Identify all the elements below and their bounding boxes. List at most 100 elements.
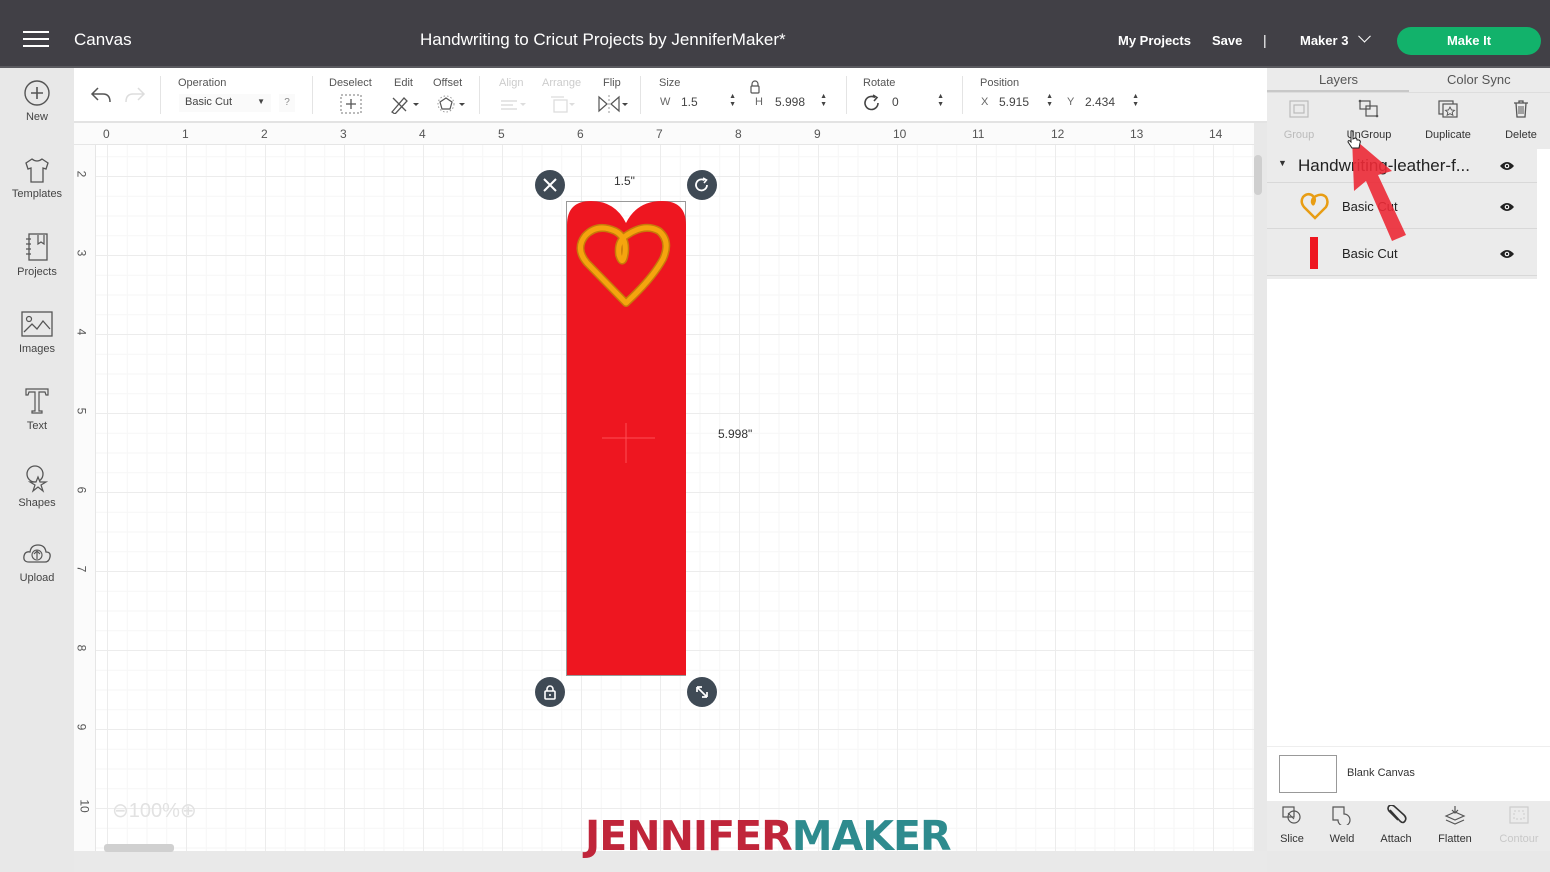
operation-help-button[interactable]: ? — [279, 94, 295, 112]
arrange-label: Arrange — [542, 77, 582, 89]
visibility-eye-icon[interactable] — [1499, 201, 1515, 213]
delete-handle[interactable] — [535, 170, 565, 200]
edit-icon[interactable] — [390, 94, 420, 114]
undo-icon[interactable] — [90, 86, 112, 104]
ruler-tick-label: 10 — [893, 127, 907, 141]
toolbar-divider — [160, 76, 161, 114]
sidebar-label: Shapes — [18, 497, 56, 509]
ruler-tick-label: 11 — [972, 127, 985, 141]
attach-button[interactable]: Attach — [1368, 804, 1424, 845]
stepper-icon[interactable]: ▲ ▼ — [729, 93, 736, 109]
tab-color-sync[interactable]: Color Sync — [1447, 72, 1511, 87]
watermark-part1: JENNIFER — [585, 812, 793, 860]
plus-circle-icon — [24, 80, 50, 106]
sidebar-item-new[interactable]: New — [0, 79, 74, 123]
ruler-tick-label: 3 — [340, 127, 347, 141]
save-link[interactable]: Save — [1212, 33, 1242, 48]
align-icon — [501, 100, 526, 110]
machine-selector[interactable]: Maker 3 — [1300, 29, 1372, 48]
y-position-input[interactable]: 2.434 ▲ ▼ — [1085, 93, 1139, 113]
delete-button[interactable]: Delete — [1491, 99, 1550, 141]
sidebar-item-projects[interactable]: Projects — [0, 232, 74, 278]
x-value: 5.915 — [999, 95, 1030, 109]
panel-footer — [1267, 851, 1550, 872]
flip-icon[interactable] — [597, 94, 629, 114]
zoom-in-icon[interactable]: ⊕ — [180, 800, 197, 822]
position-label: Position — [980, 77, 1020, 89]
zoom-out-icon[interactable]: ⊖ — [112, 800, 129, 822]
document-title[interactable]: Handwriting to Cricut Projects by Jennif… — [420, 30, 786, 50]
ruler-tick-label: 7 — [656, 127, 663, 141]
ruler-tick-label: 10 — [77, 799, 92, 813]
chevron-down-icon — [1358, 29, 1372, 43]
vertical-ruler: 2 3 4 5 6 7 8 9 10 — [74, 145, 96, 851]
make-it-button[interactable]: Make It — [1397, 27, 1541, 55]
red-bar-thumbnail — [1310, 237, 1318, 269]
layer-label: Basic Cut — [1342, 246, 1398, 261]
sidebar-label: Images — [18, 343, 56, 355]
vertical-scrollbar[interactable] — [1254, 155, 1262, 195]
blank-canvas-label: Blank Canvas — [1347, 767, 1415, 779]
width-value: 1.5 — [681, 95, 698, 109]
sidebar-item-shapes[interactable]: Shapes — [0, 463, 74, 509]
bookmark-shape[interactable] — [567, 201, 686, 675]
x-position-input[interactable]: 5.915 ▲ ▼ — [999, 93, 1053, 113]
tab-layers[interactable]: Layers — [1319, 72, 1358, 87]
red-arrow-annotation — [1352, 137, 1406, 241]
slice-button[interactable]: Slice — [1264, 805, 1320, 845]
offset-icon[interactable] — [436, 94, 466, 114]
canvas-color-swatch[interactable] — [1279, 755, 1337, 793]
height-value: 5.998 — [775, 95, 806, 109]
group-button[interactable]: Group — [1269, 99, 1329, 141]
flip-label: Flip — [603, 77, 621, 89]
width-input[interactable]: 1.5 ▲ ▼ — [681, 93, 736, 113]
stepper-icon[interactable]: ▲ ▼ — [1046, 93, 1053, 109]
stepper-icon[interactable]: ▲ ▼ — [937, 93, 944, 109]
offset-label: Offset — [433, 77, 463, 89]
ruler-tick-label: 14 — [1209, 127, 1223, 141]
contour-button[interactable]: Contour — [1491, 805, 1547, 845]
ruler-tick-label: 1 — [182, 127, 189, 141]
jennifermaker-watermark: JENNIFERMAKER — [585, 812, 952, 860]
rotate-handle[interactable] — [687, 170, 717, 200]
zoom-control[interactable]: ⊖100%⊕ — [112, 798, 197, 823]
sidebar-item-templates[interactable]: Templates — [0, 156, 74, 200]
sidebar-item-upload[interactable]: Upload — [0, 540, 74, 584]
stepper-icon[interactable]: ▲ ▼ — [1132, 93, 1139, 109]
rotate-input[interactable]: 0 ▲ ▼ — [892, 93, 944, 113]
resize-handle[interactable] — [687, 677, 717, 707]
group-icon — [1289, 100, 1309, 118]
app-title: Canvas — [74, 30, 132, 49]
lock-proportions-icon[interactable] — [749, 80, 761, 94]
toolbar-divider — [312, 76, 313, 114]
flatten-icon — [1444, 806, 1466, 825]
stepper-icon[interactable]: ▲ ▼ — [820, 93, 827, 109]
redo-icon[interactable] — [124, 86, 146, 104]
ruler-tick-label: 7 — [74, 565, 89, 573]
flatten-button[interactable]: Flatten — [1427, 805, 1483, 845]
ruler-tick-label: 13 — [1130, 127, 1144, 141]
text-icon — [25, 388, 49, 414]
ruler-tick-label: 8 — [735, 127, 742, 141]
duplicate-button[interactable]: Duplicate — [1418, 99, 1478, 141]
y-label: Y — [1067, 96, 1075, 108]
hamburger-icon[interactable] — [23, 31, 49, 49]
sidebar-item-images[interactable]: Images — [0, 309, 74, 355]
group-label: Group — [1283, 129, 1315, 141]
weld-button[interactable]: Weld — [1314, 805, 1370, 845]
operation-select[interactable]: Basic Cut ▼ — [179, 94, 271, 112]
my-projects-link[interactable]: My Projects — [1118, 33, 1191, 48]
height-input[interactable]: 5.998 ▲ ▼ — [775, 93, 827, 113]
edit-toolbar: Operation Basic Cut ▼ ? Deselect Edit Off… — [74, 68, 1267, 123]
edit-label: Edit — [394, 77, 413, 89]
lock-handle[interactable] — [535, 677, 565, 707]
operation-value: Basic Cut — [185, 96, 233, 108]
sidebar-item-text[interactable]: Text — [0, 386, 74, 432]
ruler-tick-label: 6 — [74, 486, 89, 494]
visibility-eye-icon[interactable] — [1499, 160, 1515, 172]
deselect-icon[interactable] — [340, 94, 362, 114]
sidebar-label: New — [25, 111, 48, 123]
collapse-caret-icon[interactable]: ▼ — [1278, 158, 1287, 168]
horizontal-scrollbar[interactable] — [104, 844, 174, 852]
visibility-eye-icon[interactable] — [1499, 248, 1515, 260]
